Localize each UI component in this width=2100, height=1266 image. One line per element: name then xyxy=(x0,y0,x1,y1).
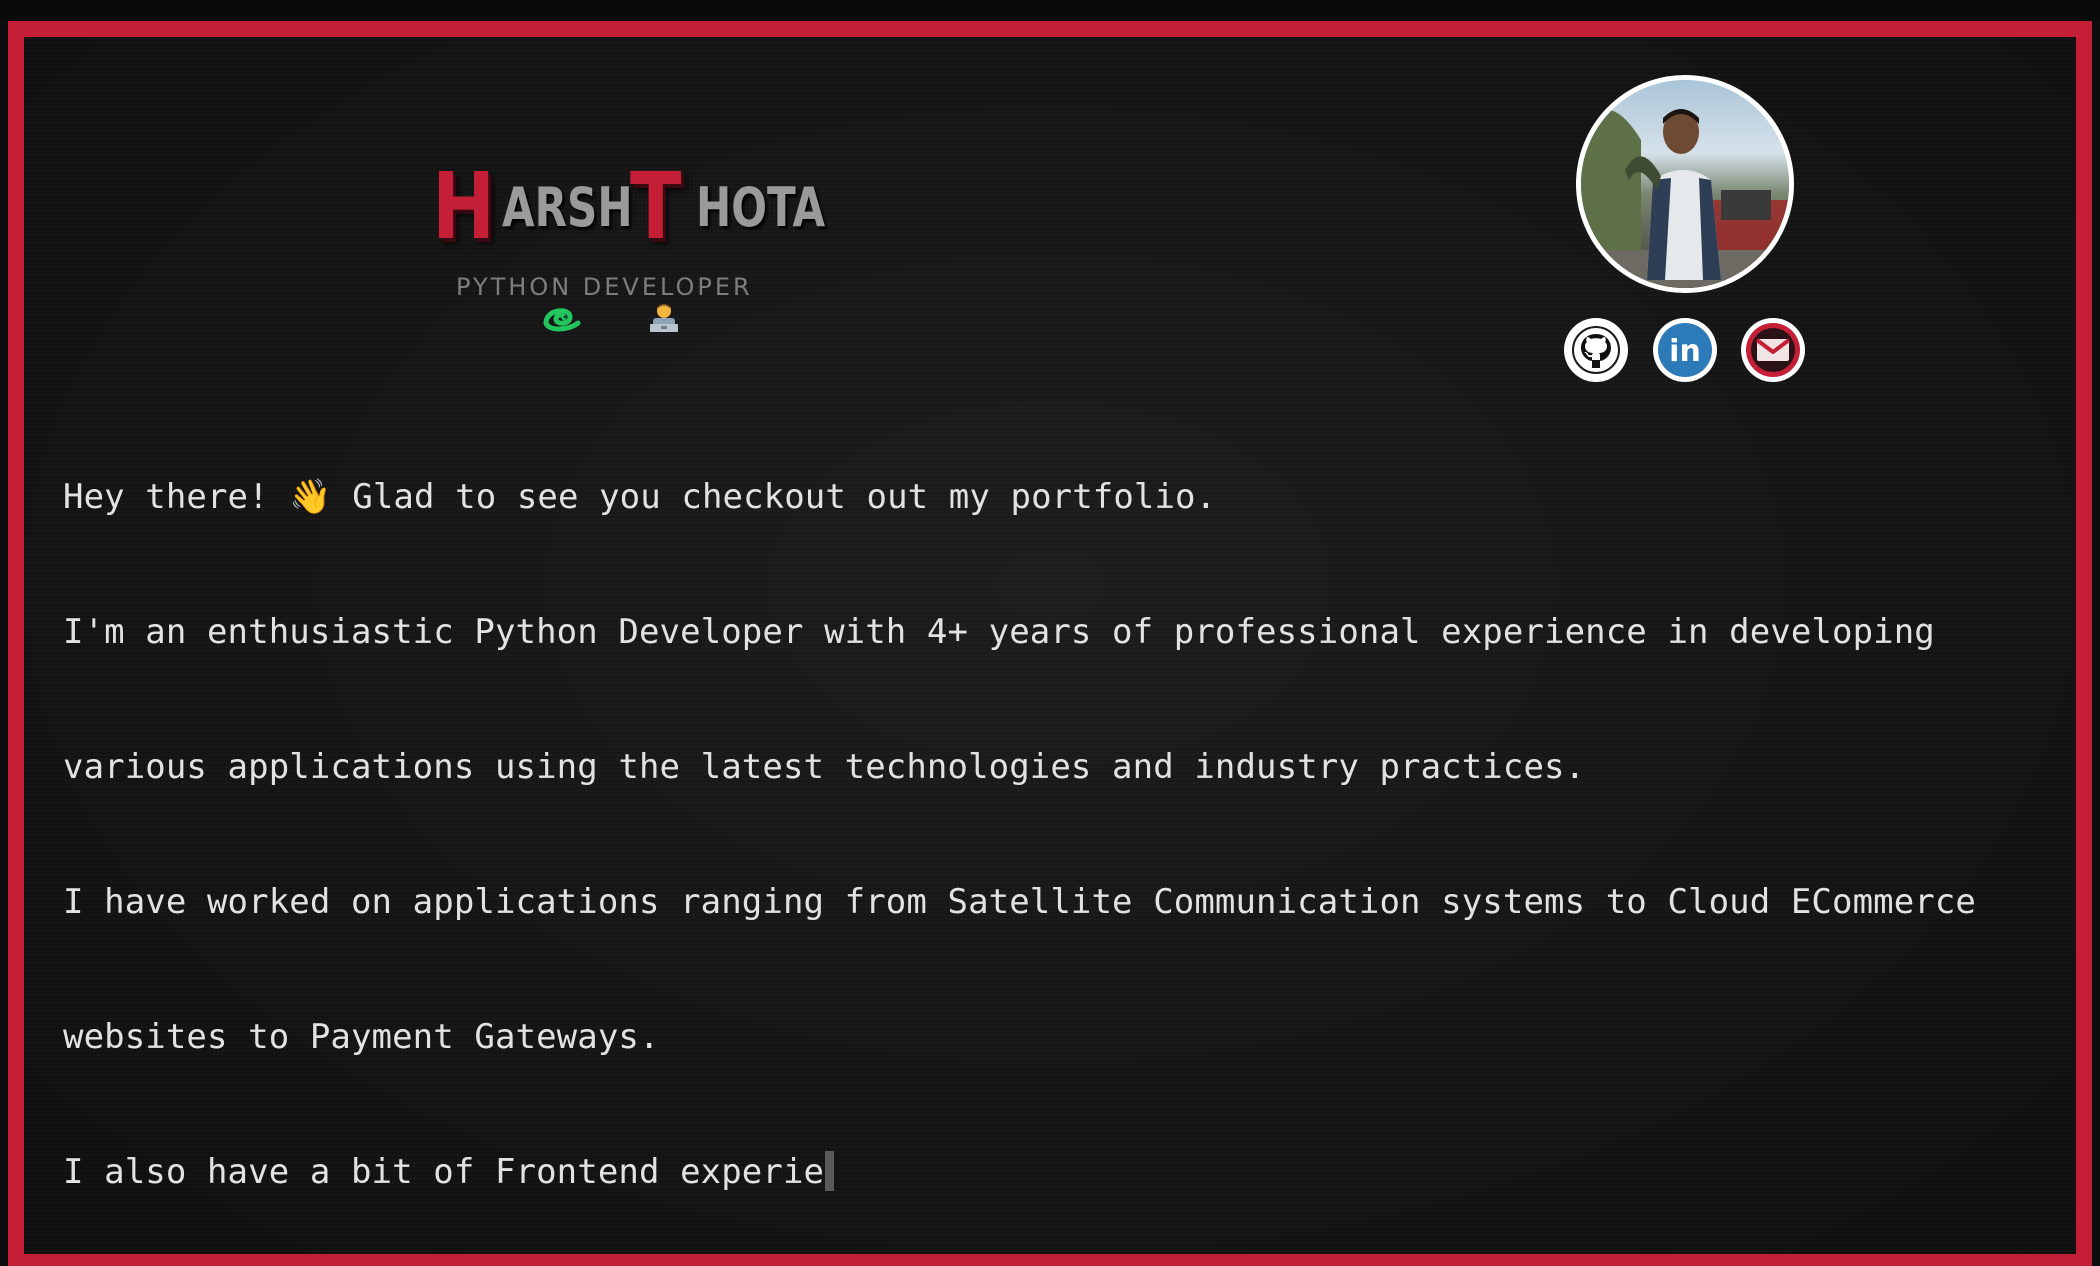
avatar xyxy=(1576,75,1794,293)
intro-line-4: I have worked on applications ranging fr… xyxy=(63,882,1976,922)
linkedin-link[interactable]: in xyxy=(1653,318,1717,382)
gmail-link[interactable] xyxy=(1741,318,1805,382)
intro-line-1: Hey there! 👋 Glad to see you checkout ou… xyxy=(63,477,1217,517)
technologist-icon xyxy=(650,304,678,332)
intro-text: Hey there! 👋 Glad to see you checkout ou… xyxy=(63,385,2063,1240)
intro-line-6: I also have a bit of Frontend experie xyxy=(63,1152,825,1192)
github-link[interactable] xyxy=(1564,318,1628,382)
profile-photo xyxy=(1581,80,1789,288)
logo-last-initial: T xyxy=(630,153,682,260)
role-icons xyxy=(540,302,682,334)
logo-last-rest: HOTA xyxy=(696,176,826,239)
name-logo: H ARSH T HOTA xyxy=(432,143,826,260)
github-icon xyxy=(1572,326,1620,374)
linkedin-icon-text: in xyxy=(1669,334,1701,369)
logo-first-rest: ARSH xyxy=(502,176,633,239)
logo-first-initial: H xyxy=(432,153,496,260)
top-strip xyxy=(0,0,2100,21)
gmail-icon xyxy=(1746,323,1800,377)
intro-line-6-wrapper: I also have a bit of Frontend experie xyxy=(63,1150,2063,1195)
intro-line-5: websites to Payment Gateways. xyxy=(63,1017,660,1057)
linkedin-icon: in xyxy=(1658,323,1712,377)
snake-icon xyxy=(543,308,581,332)
intro-line-2: I'm an enthusiastic Python Developer wit… xyxy=(63,612,1935,652)
typing-caret xyxy=(825,1151,835,1191)
role-subtitle: PYTHON DEVELOPER xyxy=(456,273,753,301)
intro-line-3: various applications using the latest te… xyxy=(63,747,1586,787)
